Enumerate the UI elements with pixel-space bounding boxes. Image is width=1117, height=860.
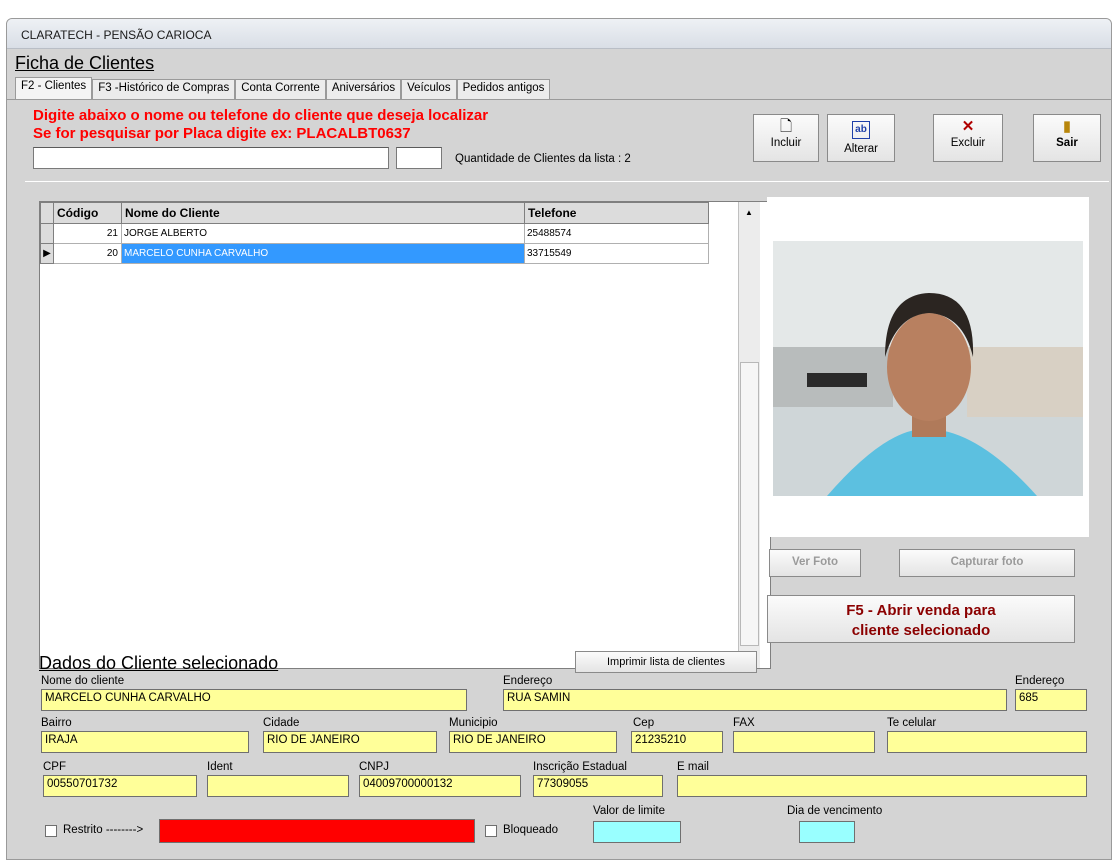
clients-table: Código Nome do Cliente Telefone 21 JORGE…: [40, 202, 709, 264]
search-plate-input[interactable]: [396, 147, 442, 169]
scroll-up-arrow-icon[interactable]: ▲: [745, 208, 753, 217]
ie-field[interactable]: 77309055: [533, 775, 663, 797]
details-heading: Dados do Cliente selecionado: [39, 653, 279, 673]
ie-label: Inscrição Estadual: [533, 761, 627, 773]
abrir-venda-line1: F5 - Abrir venda para: [846, 602, 996, 619]
cep-field[interactable]: 21235210: [631, 731, 723, 753]
tab-aniversarios[interactable]: Aniversários: [325, 79, 402, 99]
cidade-label: Cidade: [263, 717, 300, 729]
capturar-foto-button[interactable]: Capturar foto: [899, 549, 1075, 577]
cnpj-label: CNPJ: [359, 761, 390, 773]
endereco-field[interactable]: RUA SAMIN: [503, 689, 1007, 711]
client-photo: [773, 241, 1083, 496]
client-photo-panel: [767, 197, 1089, 537]
bloqueado-label: Bloqueado: [503, 824, 558, 836]
title-bar: CLARATECH - PENSÃO CARIOCA: [7, 19, 1111, 49]
numero-field[interactable]: 685: [1015, 689, 1087, 711]
ver-foto-button[interactable]: Ver Foto: [769, 549, 861, 577]
grid-header-row: Código Nome do Cliente Telefone: [40, 202, 709, 224]
bloqueado-checkbox[interactable]: [485, 825, 497, 837]
application-window: CLARATECH - PENSÃO CARIOCA Ficha de Clie…: [6, 18, 1112, 860]
tab-clientes[interactable]: F2 - Clientes: [15, 77, 93, 99]
cpf-label: CPF: [43, 761, 66, 773]
row-indicator-header: [40, 202, 54, 224]
search-instruction-1: Digite abaixo o nome ou telefone do clie…: [33, 107, 489, 124]
tab-conta-corrente[interactable]: Conta Corrente: [235, 79, 326, 99]
excluir-button[interactable]: ✕ Excluir: [933, 114, 1003, 162]
incluir-label: Incluir: [770, 137, 802, 149]
row-indicator: [40, 223, 54, 244]
grid-vertical-scrollbar[interactable]: ▲ ▼: [738, 202, 760, 668]
celular-label: Te celular: [887, 717, 937, 729]
cell-codigo: 21: [53, 223, 122, 244]
scroll-thumb[interactable]: [740, 362, 759, 646]
table-row[interactable]: 21 JORGE ALBERTO 25488574: [40, 223, 709, 244]
fax-field[interactable]: [733, 731, 875, 753]
table-row-selected[interactable]: ▶ 20 MARCELO CUNHA CARVALHO 33715549: [40, 243, 709, 264]
celular-field[interactable]: [887, 731, 1087, 753]
tab-pedidos-antigos[interactable]: Pedidos antigos: [456, 79, 551, 99]
numero-label: Endereço: [1015, 675, 1065, 687]
clients-grid: Código Nome do Cliente Telefone 21 JORGE…: [39, 201, 771, 669]
ident-field[interactable]: [207, 775, 349, 797]
client-count: Quantidade de Clientes da lista : 2: [455, 153, 631, 165]
search-instruction-2: Se for pesquisar por Placa digite ex: PL…: [33, 125, 411, 142]
col-telefone[interactable]: Telefone: [524, 202, 709, 224]
vencimento-field[interactable]: [799, 821, 855, 843]
col-nome[interactable]: Nome do Cliente: [121, 202, 525, 224]
alterar-label: Alterar: [844, 143, 878, 155]
new-document-icon: 🗋: [779, 118, 793, 135]
sair-label: Sair: [1056, 137, 1078, 149]
search-input[interactable]: [33, 147, 389, 169]
limite-label: Valor de limite: [593, 805, 666, 817]
restrito-checkbox[interactable]: [45, 825, 57, 837]
page-title: Ficha de Clientes: [15, 53, 155, 73]
tab-veiculos[interactable]: Veículos: [401, 79, 457, 99]
cpf-field[interactable]: 00550701732: [43, 775, 197, 797]
exit-door-icon: ▮: [1062, 118, 1072, 135]
restrito-label: Restrito -------->: [63, 824, 144, 836]
municipio-field[interactable]: RIO DE JANEIRO: [449, 731, 617, 753]
bairro-field[interactable]: IRAJA: [41, 731, 249, 753]
edit-text-icon: ab: [852, 121, 870, 139]
email-label: E mail: [677, 761, 709, 773]
email-field[interactable]: [677, 775, 1087, 797]
abrir-venda-line2: cliente selecionado: [851, 622, 991, 639]
alterar-button[interactable]: ab Alterar: [827, 114, 895, 162]
cnpj-field[interactable]: 04009700000132: [359, 775, 521, 797]
limite-field[interactable]: [593, 821, 681, 843]
nome-label: Nome do cliente: [41, 675, 125, 687]
cell-telefone: 25488574: [524, 223, 709, 244]
incluir-button[interactable]: 🗋 Incluir: [753, 114, 819, 162]
restrito-field[interactable]: [159, 819, 475, 843]
endereco-label: Endereço: [503, 675, 553, 687]
cell-telefone: 33715549: [524, 243, 709, 264]
tab-historico-compras[interactable]: F3 -Histórico de Compras: [92, 79, 236, 99]
excluir-label: Excluir: [950, 137, 986, 149]
cell-nome: JORGE ALBERTO: [121, 223, 525, 244]
window-title: CLARATECH - PENSÃO CARIOCA: [21, 28, 212, 42]
bairro-label: Bairro: [41, 717, 72, 729]
col-codigo[interactable]: Código: [53, 202, 122, 224]
tab-bar: F2 - Clientes F3 -Histórico de Compras C…: [15, 77, 551, 99]
municipio-label: Municipio: [449, 717, 498, 729]
row-pointer-icon: ▶: [40, 243, 54, 264]
delete-x-icon: ✕: [961, 118, 975, 135]
ident-label: Ident: [207, 761, 233, 773]
vencimento-label: Dia de vencimento: [787, 805, 883, 817]
sair-button[interactable]: ▮ Sair: [1033, 114, 1101, 162]
imprimir-lista-button[interactable]: Imprimir lista de clientes: [575, 651, 757, 673]
cell-codigo: 20: [53, 243, 122, 264]
tab-divider: [7, 99, 1111, 100]
cep-label: Cep: [633, 717, 655, 729]
cidade-field[interactable]: RIO DE JANEIRO: [263, 731, 437, 753]
fax-label: FAX: [733, 717, 755, 729]
cell-nome: MARCELO CUNHA CARVALHO: [121, 243, 525, 264]
nome-field[interactable]: MARCELO CUNHA CARVALHO: [41, 689, 467, 711]
abrir-venda-button[interactable]: F5 - Abrir venda para cliente selecionad…: [767, 595, 1075, 643]
